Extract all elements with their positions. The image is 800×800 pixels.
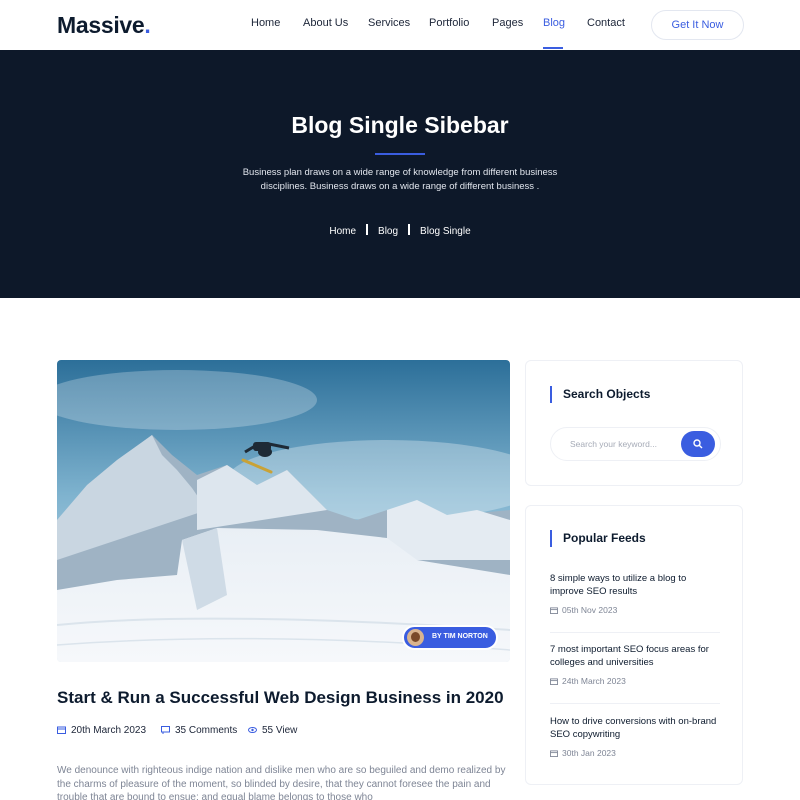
feed-item-date-text: 30th Jan 2023: [562, 748, 616, 758]
logo-text: Massive: [57, 12, 145, 38]
title-underline: [375, 153, 425, 155]
site-logo[interactable]: Massive.: [57, 12, 151, 39]
popular-feeds-widget: Popular Feeds 8 simple ways to utilize a…: [525, 505, 743, 785]
calendar-icon: [550, 678, 558, 685]
get-it-now-button[interactable]: Get It Now: [651, 10, 744, 40]
feed-item-date: 30th Jan 2023: [550, 748, 720, 758]
feed-divider: [550, 703, 720, 704]
breadcrumb-separator: [366, 224, 369, 235]
site-header: Massive. Home About Us Services Portfoli…: [0, 0, 800, 50]
feed-item-date-text: 24th March 2023: [562, 676, 626, 686]
post-date: 20th March 2023: [57, 725, 146, 736]
search-widget: Search Objects: [525, 360, 743, 486]
feed-item[interactable]: 8 simple ways to utilize a blog to impro…: [550, 572, 720, 615]
post-comments-text: 35 Comments: [175, 725, 238, 736]
author-badge[interactable]: BY TIM NORTON: [402, 625, 498, 650]
nav-item-pages[interactable]: Pages: [492, 17, 523, 29]
search-icon: [693, 439, 703, 449]
breadcrumb-current: Blog Single: [420, 226, 471, 237]
post-title[interactable]: Start & Run a Successful Web Design Busi…: [57, 688, 504, 708]
calendar-icon: [57, 726, 66, 734]
snowboarder-photo: [57, 360, 510, 662]
feed-item-date-text: 05th Nov 2023: [562, 605, 618, 615]
post-body: We denounce with righteous indige nation…: [57, 765, 506, 800]
nav-active-indicator: [543, 47, 563, 49]
calendar-icon: [550, 607, 558, 614]
search-button[interactable]: [681, 431, 715, 457]
feed-item[interactable]: How to drive conversions with on-brand S…: [550, 715, 720, 758]
eye-icon: [248, 727, 257, 733]
nav-item-portfolio[interactable]: Portfolio: [429, 17, 469, 29]
feed-item-title[interactable]: 8 simple ways to utilize a blog to impro…: [550, 572, 720, 598]
subtitle-line-1: Business plan draws on a wide range of k…: [242, 167, 558, 178]
page-subtitle: Business plan draws on a wide range of k…: [220, 166, 580, 193]
feed-item-date: 24th March 2023: [550, 676, 720, 686]
comment-icon: [161, 726, 170, 734]
search-box: [550, 427, 721, 461]
post-comments[interactable]: 35 Comments: [161, 725, 237, 736]
nav-item-contact[interactable]: Contact: [587, 17, 625, 29]
post-views-text: 55 View: [262, 725, 298, 736]
nav-item-about-us[interactable]: About Us: [303, 17, 348, 29]
page-title: Blog Single Sibebar: [291, 112, 509, 138]
feeds-widget-title: Popular Feeds: [550, 530, 646, 547]
search-widget-title: Search Objects: [550, 386, 650, 403]
post-date-text: 20th March 2023: [71, 725, 147, 736]
logo-dot: .: [144, 12, 151, 38]
feed-item-title[interactable]: How to drive conversions with on-brand S…: [550, 715, 720, 741]
calendar-icon: [550, 750, 558, 757]
feed-item-date: 05th Nov 2023: [550, 605, 720, 615]
author-name: BY TIM NORTON: [432, 633, 488, 640]
subtitle-line-2: disciplines. Business draws on a wide ra…: [260, 180, 540, 192]
feed-item[interactable]: 7 most important SEO focus areas for col…: [550, 643, 720, 686]
breadcrumb-separator: [408, 224, 411, 235]
post-featured-image[interactable]: [57, 360, 510, 662]
post-views: 55 View: [248, 725, 297, 736]
page-hero: Blog Single Sibebar Business plan draws …: [0, 50, 800, 298]
feed-item-title[interactable]: 7 most important SEO focus areas for col…: [550, 643, 720, 669]
breadcrumb: Home Blog Blog Single: [0, 224, 800, 237]
breadcrumb-home[interactable]: Home: [329, 226, 356, 237]
nav-item-blog[interactable]: Blog: [543, 17, 565, 29]
breadcrumb-blog[interactable]: Blog: [378, 226, 398, 237]
search-input[interactable]: [551, 428, 681, 460]
nav-item-home[interactable]: Home: [251, 17, 280, 29]
nav-item-services[interactable]: Services: [368, 17, 410, 29]
author-avatar: [407, 629, 424, 646]
feed-divider: [550, 632, 720, 633]
